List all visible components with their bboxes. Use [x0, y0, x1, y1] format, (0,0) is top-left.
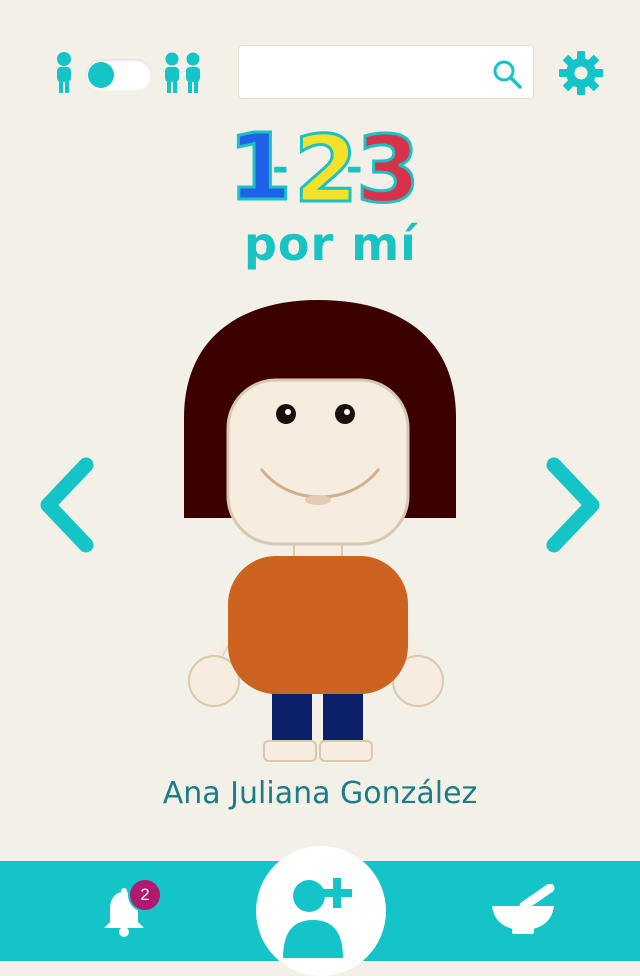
multiple-children-icon[interactable] — [162, 50, 204, 94]
single-child-icon[interactable] — [52, 50, 76, 94]
logo-digit-3: 3 — [354, 116, 421, 223]
gear-icon[interactable] — [558, 50, 604, 96]
mortar-pestle-icon[interactable] — [490, 884, 556, 936]
child-name: Ana Juliana González — [162, 776, 478, 811]
add-user-icon — [283, 878, 352, 958]
search-icon[interactable] — [491, 58, 523, 90]
child-avatar[interactable] — [180, 298, 460, 768]
previous-child-arrow-icon[interactable] — [36, 455, 100, 555]
logo-dash: - — [272, 145, 289, 191]
logo-subtitle: por mí — [244, 217, 417, 271]
add-child-button[interactable] — [256, 846, 386, 976]
app-logo: 1 - 2 - 3 por mí — [220, 116, 421, 272]
notification-badge: 2 — [128, 878, 162, 912]
mode-toggle-knob[interactable] — [88, 62, 114, 88]
search-box[interactable] — [238, 45, 534, 99]
search-input[interactable] — [249, 56, 483, 90]
next-child-arrow-icon[interactable] — [540, 455, 604, 555]
